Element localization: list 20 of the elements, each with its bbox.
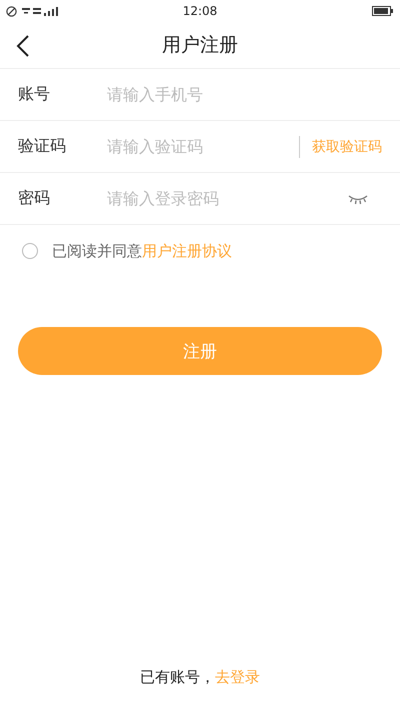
input-field[interactable]: 请输入手机号	[107, 85, 382, 104]
field-label: 密码	[18, 188, 51, 209]
login-link[interactable]: 去登录	[215, 668, 260, 686]
input-field[interactable]: 请输入验证码	[107, 137, 291, 156]
agree-checkbox[interactable]	[22, 243, 38, 259]
get-code-button[interactable]: 获取验证码	[312, 138, 382, 156]
login-prompt: 已有账号，去登录	[140, 668, 260, 687]
signal-icon	[21, 6, 61, 16]
register-button[interactable]: 注册	[18, 327, 382, 375]
agreement-text: 已阅读并同意用户注册协议	[52, 242, 232, 260]
status-time: 12:08	[182, 4, 218, 18]
field-label: 验证码	[18, 136, 67, 157]
agreement-link[interactable]: 用户注册协议	[142, 242, 232, 260]
battery-icon	[372, 6, 394, 16]
eye-closed-icon[interactable]	[348, 192, 368, 204]
do-not-disturb-icon	[6, 6, 17, 16]
back-icon[interactable]	[16, 35, 30, 57]
field-label: 账号	[18, 84, 51, 105]
page-title: 用户注册	[162, 33, 238, 58]
input-field[interactable]: 请输入登录密码	[107, 189, 348, 208]
